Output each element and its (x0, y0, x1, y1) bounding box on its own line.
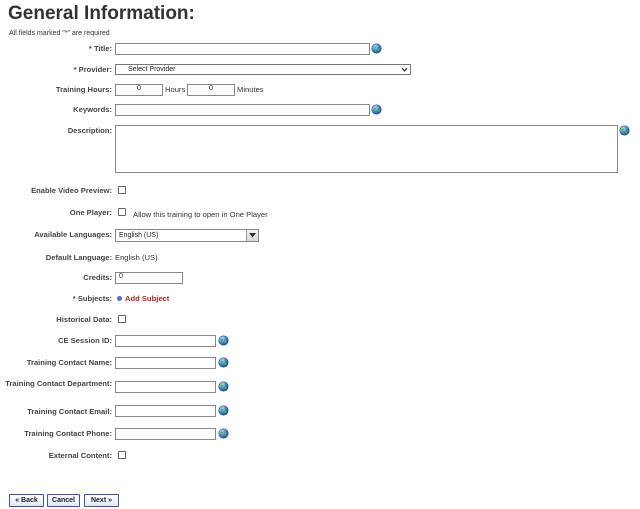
dropdown-button[interactable] (246, 230, 258, 241)
provider-selected-text: Select Provider (128, 66, 176, 73)
historical-checkbox[interactable] (118, 315, 126, 323)
hours-input[interactable]: 0 (115, 84, 163, 96)
credits-input[interactable]: 0 (115, 272, 183, 284)
contact-name-label: Training Contact Name: (26, 358, 112, 367)
languages-dropdown[interactable]: English (US) (115, 229, 259, 242)
languages-selected-text: English (US) (119, 232, 159, 239)
subjects-label: * Subjects: (72, 294, 112, 303)
contact-email-label: Training Contact Email: (27, 407, 112, 416)
ce-session-input[interactable] (115, 335, 216, 347)
add-subject-text: Add Subject (125, 294, 170, 303)
globe-lookup-icon[interactable] (218, 428, 229, 439)
globe-lookup-icon[interactable] (218, 335, 229, 346)
caret-down-icon (249, 233, 256, 238)
video-preview-checkbox[interactable] (118, 186, 126, 194)
title-label: * Title: (88, 44, 112, 53)
next-button[interactable]: Next » (84, 494, 119, 507)
keywords-input[interactable] (115, 104, 370, 116)
add-subject-link[interactable]: Add Subject (117, 294, 169, 303)
description-textarea[interactable] (115, 125, 618, 173)
contact-phone-input[interactable] (115, 428, 216, 440)
one-player-checkbox[interactable] (118, 208, 126, 216)
provider-select[interactable]: Select Provider (115, 64, 411, 75)
historical-label: Historical Data: (56, 315, 112, 324)
page-title: General Information: (8, 3, 195, 24)
cancel-button[interactable]: Cancel (47, 494, 80, 507)
one-player-label: One Player: (69, 208, 112, 217)
ce-session-label: CE Session ID: (57, 336, 112, 345)
default-language-label: Default Language: (45, 253, 112, 262)
globe-lookup-icon[interactable] (371, 43, 382, 54)
contact-name-input[interactable] (115, 357, 216, 369)
add-dot-icon (117, 296, 122, 301)
globe-lookup-icon[interactable] (218, 381, 229, 392)
globe-lookup-icon[interactable] (218, 357, 229, 368)
contact-email-input[interactable] (115, 405, 216, 417)
video-preview-label: Enable Video Preview: (31, 186, 112, 195)
languages-label: Available Languages: (34, 230, 112, 239)
title-input[interactable] (115, 43, 370, 55)
required-note: All fields marked "*" are required (9, 30, 110, 37)
contact-phone-label: Training Contact Phone: (24, 429, 112, 438)
contact-department-input[interactable] (115, 381, 216, 393)
hours-unit: Hours (165, 85, 186, 94)
contact-department-label: Training Contact Department: (5, 379, 112, 388)
globe-lookup-icon[interactable] (371, 104, 382, 115)
minutes-input[interactable]: 0 (187, 84, 235, 96)
keywords-label: Keywords: (73, 105, 112, 114)
minutes-unit: Minutes (237, 85, 264, 94)
external-checkbox[interactable] (118, 451, 126, 459)
external-label: External Content: (48, 451, 112, 460)
description-label: Description: (67, 126, 112, 135)
credits-label: Credits: (83, 273, 112, 282)
provider-label: * Provider: (73, 65, 112, 74)
globe-lookup-icon[interactable] (619, 125, 630, 136)
default-language-value: English (US) (115, 253, 158, 262)
back-button[interactable]: « Back (9, 494, 44, 507)
one-player-text: Allow this training to open in One Playe… (133, 210, 268, 219)
training-hours-label: Training Hours: (55, 85, 112, 94)
globe-lookup-icon[interactable] (218, 405, 229, 416)
chevron-down-icon (401, 67, 408, 72)
